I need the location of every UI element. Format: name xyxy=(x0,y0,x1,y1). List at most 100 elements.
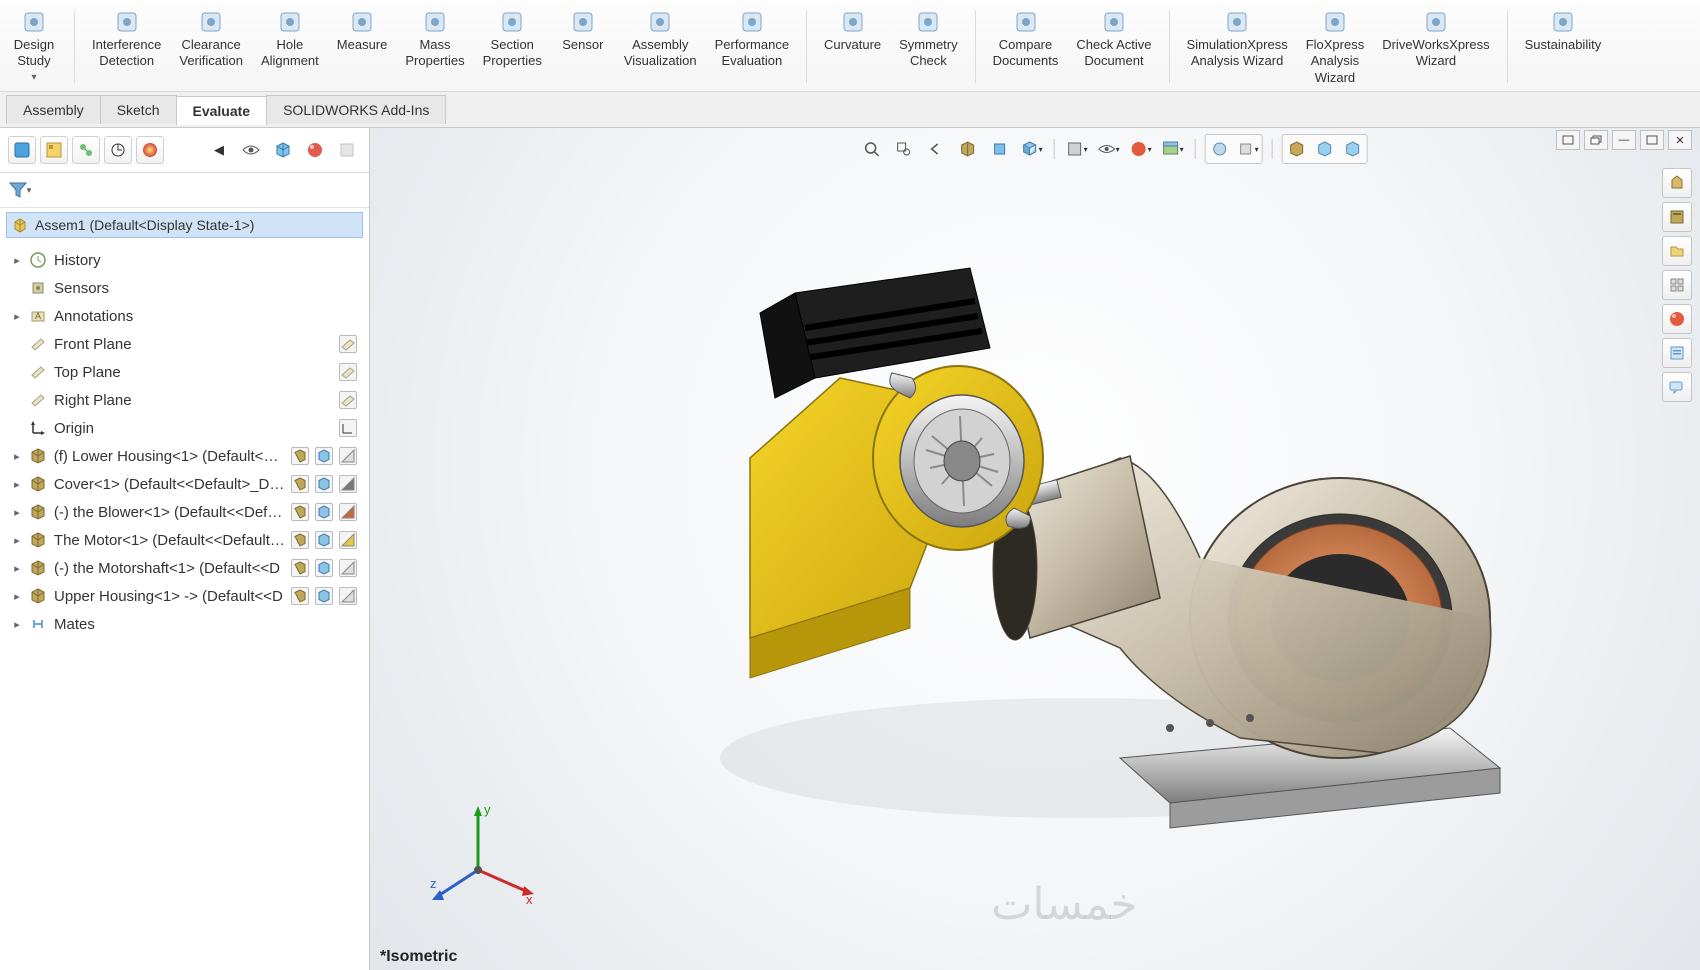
tab-solidworks-add-ins[interactable]: SOLIDWORKS Add-Ins xyxy=(266,95,446,124)
ribbon-symmetry-check-button[interactable]: Symmetry Check xyxy=(892,6,965,73)
tp-file-explorer-icon[interactable] xyxy=(1662,236,1692,266)
tab-assembly[interactable]: Assembly xyxy=(6,95,101,124)
ribbon-floxpress-analysis-wizard-button[interactable]: FloXpress Analysis Wizard xyxy=(1299,6,1372,89)
ribbon-measure-button[interactable]: Measure xyxy=(330,6,395,56)
display-pane-wedge-icon[interactable] xyxy=(339,531,357,549)
ribbon-hole-alignment-button[interactable]: Hole Alignment xyxy=(254,6,326,73)
expand-caret-icon[interactable]: ▸ xyxy=(12,562,22,575)
cube3-icon[interactable] xyxy=(1340,136,1366,162)
view-setting-icon[interactable] xyxy=(1207,136,1233,162)
expand-caret-icon[interactable]: ▸ xyxy=(12,450,22,463)
expand-caret-icon[interactable]: ▸ xyxy=(12,590,22,603)
tp-forum-icon[interactable] xyxy=(1662,372,1692,402)
ribbon-clearance-verification-button[interactable]: Clearance Verification xyxy=(172,6,250,73)
hide-show-icon[interactable] xyxy=(237,136,265,164)
display-pane-part-icon[interactable] xyxy=(291,447,309,465)
display-pane-part-icon[interactable] xyxy=(291,475,309,493)
display-pane-wedge-icon[interactable] xyxy=(339,503,357,521)
display-pane-cube-icon[interactable] xyxy=(315,587,333,605)
display-pane-part-icon[interactable] xyxy=(291,531,309,549)
tree-node[interactable]: ▸Cover<1> (Default<<Default>_Disp xyxy=(10,470,365,498)
ribbon-sensor-button[interactable]: Sensor xyxy=(553,6,613,56)
display-pane-cube-icon[interactable] xyxy=(315,447,333,465)
display-pane-part-icon[interactable] xyxy=(291,587,309,605)
zoom-area-icon[interactable] xyxy=(891,136,917,162)
ribbon-check-active-document-button[interactable]: Check Active Document xyxy=(1069,6,1158,73)
display-style-icon[interactable]: ▾ xyxy=(1064,136,1090,162)
ribbon-performance-evaluation-button[interactable]: Performance Evaluation xyxy=(708,6,796,73)
expand-caret-icon[interactable]: ▸ xyxy=(12,534,22,547)
configuration-manager-tab[interactable] xyxy=(72,136,100,164)
tree-node[interactable]: Front Plane xyxy=(10,330,365,358)
ribbon-sustainability-button[interactable]: Sustainability xyxy=(1518,6,1609,56)
filter-icon[interactable]: ▾ xyxy=(8,179,32,201)
expand-caret-icon[interactable]: ▸ xyxy=(12,506,22,519)
tree-node[interactable]: Sensors xyxy=(10,274,365,302)
display-pane-wedge-icon[interactable] xyxy=(339,559,357,577)
hide-show-items-icon[interactable]: ▾ xyxy=(1096,136,1122,162)
display-pane-p-icon[interactable] xyxy=(339,391,357,409)
doc-restore-button[interactable] xyxy=(1584,130,1608,150)
display-pane-cube-icon[interactable] xyxy=(315,475,333,493)
tree-node[interactable]: ▸AAnnotations xyxy=(10,302,365,330)
tree-node[interactable]: Top Plane xyxy=(10,358,365,386)
expand-caret-icon[interactable]: ▸ xyxy=(12,618,22,631)
display-pane-p-icon[interactable] xyxy=(339,363,357,381)
tp-resources-icon[interactable] xyxy=(1662,168,1692,198)
doc-maximize2-button[interactable] xyxy=(1640,130,1664,150)
edit-appearance-icon[interactable]: ▾ xyxy=(1128,136,1154,162)
tree-node[interactable]: ▸(f) Lower Housing<1> (Default<<De xyxy=(10,442,365,470)
tree-node[interactable]: ▸(-) the Motorshaft<1> (Default<<D xyxy=(10,554,365,582)
expand-caret-icon[interactable]: ▸ xyxy=(12,310,22,323)
ribbon-design-study-button[interactable]: Design Study▾ xyxy=(4,6,64,87)
cube2-icon[interactable] xyxy=(1312,136,1338,162)
graphics-viewport[interactable]: ▾ ▾ ▾ ▾ ▾ ▾ — ✕ xyxy=(370,128,1700,970)
tree-node[interactable]: Origin xyxy=(10,414,365,442)
display-pane-cube-icon[interactable] xyxy=(315,559,333,577)
property-manager-tab[interactable] xyxy=(40,136,68,164)
ribbon-section-properties-button[interactable]: Section Properties xyxy=(476,6,549,73)
ribbon-driveworksxpress-wizard-button[interactable]: DriveWorksXpress Wizard xyxy=(1375,6,1496,73)
view-orientation-icon[interactable]: ▾ xyxy=(1019,136,1045,162)
expand-caret-icon[interactable]: ▸ xyxy=(12,254,22,267)
cube1-icon[interactable] xyxy=(1284,136,1310,162)
tree-node[interactable]: ▸The Motor<1> (Default<<Default>_ xyxy=(10,526,365,554)
ribbon-curvature-button[interactable]: Curvature xyxy=(817,6,888,56)
ribbon-simulationxpress-analysis-wizard-button[interactable]: SimulationXpress Analysis Wizard xyxy=(1180,6,1295,73)
display-manager-tab[interactable] xyxy=(136,136,164,164)
zoom-fit-icon[interactable] xyxy=(859,136,885,162)
apply-scene-icon[interactable]: ▾ xyxy=(1160,136,1186,162)
ribbon-compare-documents-button[interactable]: Compare Documents xyxy=(986,6,1066,73)
tp-custom-properties-icon[interactable] xyxy=(1662,338,1692,368)
display-pane-o-icon[interactable] xyxy=(339,419,357,437)
tp-design-library-icon[interactable] xyxy=(1662,202,1692,232)
dimxpert-manager-tab[interactable] xyxy=(104,136,132,164)
tab-evaluate[interactable]: Evaluate xyxy=(176,96,268,125)
previous-view-icon[interactable] xyxy=(923,136,949,162)
tree-root-item[interactable]: Assem1 (Default<Display State-1>) xyxy=(6,212,363,238)
display-pane-cube-icon[interactable] xyxy=(315,503,333,521)
tp-view-palette-icon[interactable] xyxy=(1662,270,1692,300)
display-pane-cube-icon[interactable] xyxy=(315,531,333,549)
display-pane-wedge-icon[interactable] xyxy=(339,475,357,493)
tab-sketch[interactable]: Sketch xyxy=(100,95,177,124)
display-pane-cube-icon[interactable] xyxy=(269,136,297,164)
expand-caret-icon[interactable]: ▸ xyxy=(12,478,22,491)
ribbon-assembly-visualization-button[interactable]: Assembly Visualization xyxy=(617,6,704,73)
dynamic-annotation-icon[interactable] xyxy=(987,136,1013,162)
tree-node[interactable]: ▸History xyxy=(10,246,365,274)
tp-appearances-icon[interactable] xyxy=(1662,304,1692,334)
display-pane-part-icon[interactable] xyxy=(291,503,309,521)
ribbon-mass-properties-button[interactable]: Mass Properties xyxy=(398,6,471,73)
display-pane-transparency-icon[interactable] xyxy=(333,136,361,164)
display-pane-wedge-icon[interactable] xyxy=(339,447,357,465)
tree-node[interactable]: ▸Mates xyxy=(10,610,365,638)
display-pane-p-icon[interactable] xyxy=(339,335,357,353)
tree-node[interactable]: Right Plane xyxy=(10,386,365,414)
render-setting-icon[interactable]: ▾ xyxy=(1235,136,1261,162)
ribbon-interference-detection-button[interactable]: Interference Detection xyxy=(85,6,168,73)
doc-close-button[interactable]: ✕ xyxy=(1668,130,1692,150)
feature-manager-tab[interactable] xyxy=(8,136,36,164)
display-pane-appearance-icon[interactable] xyxy=(301,136,329,164)
doc-minimize-button[interactable] xyxy=(1556,130,1580,150)
